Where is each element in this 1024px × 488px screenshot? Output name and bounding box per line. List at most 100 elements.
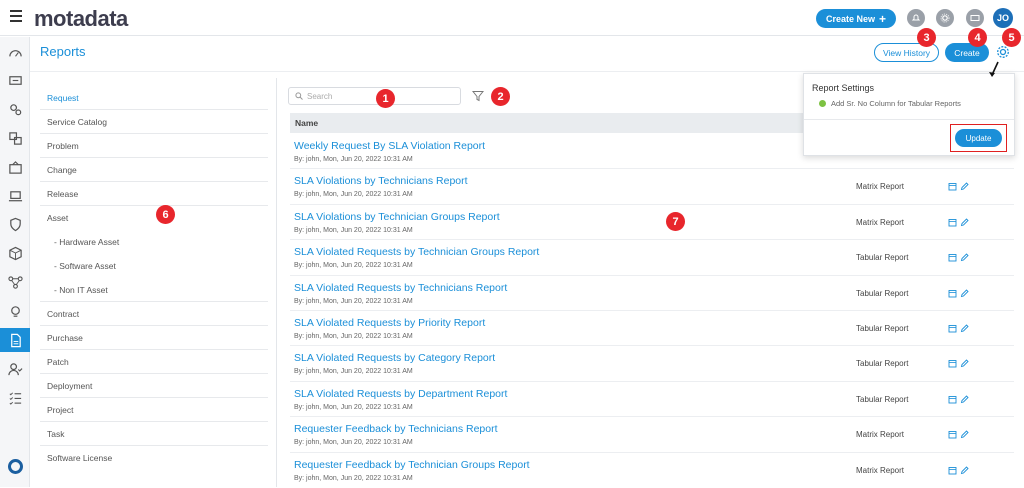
callout-marker-7: 7 [666, 212, 685, 231]
category-project[interactable]: Project [40, 398, 268, 422]
edit-icon[interactable] [960, 288, 969, 298]
change-icon[interactable] [0, 126, 30, 150]
callout-marker-2: 2 [491, 87, 510, 106]
table-row: SLA Violated Requests by Technicians Rep… [290, 276, 1014, 311]
cube-icon[interactable] [0, 241, 30, 265]
report-type: Matrix Report [856, 217, 905, 227]
user-check-icon[interactable] [0, 357, 30, 381]
report-name-link[interactable]: SLA Violated Requests by Category Report [294, 352, 495, 364]
avatar[interactable]: JO [993, 8, 1013, 28]
schedule-icon[interactable] [948, 466, 957, 475]
left-nav [0, 37, 30, 487]
report-meta: By: john, Mon, Jun 20, 2022 10:31 AM [294, 332, 413, 340]
update-button[interactable]: Update [955, 129, 1002, 147]
category-service-catalog[interactable]: Service Catalog [40, 110, 268, 134]
schedule-icon[interactable] [948, 218, 957, 227]
schedule-icon[interactable] [948, 395, 957, 404]
edit-icon[interactable] [960, 465, 969, 475]
problem-icon[interactable] [0, 97, 30, 121]
category-contract[interactable]: Contract [40, 302, 268, 326]
edit-icon[interactable] [960, 359, 969, 368]
popover-title: Report Settings [812, 83, 875, 93]
edit-icon[interactable] [960, 395, 969, 404]
top-bar: motadata Create New + JO [0, 0, 1024, 36]
report-meta: By: john, Mon, Jun 20, 2022 10:31 AM [294, 156, 413, 163]
plus-icon: + [879, 11, 887, 26]
category-change[interactable]: Change [40, 158, 268, 182]
edit-icon[interactable] [960, 218, 969, 227]
schedule-icon[interactable] [948, 253, 957, 262]
report-name-link[interactable]: Requester Feedback by Technicians Report [294, 423, 498, 435]
schedule-icon[interactable] [948, 324, 957, 333]
category-deployment[interactable]: Deployment [40, 374, 268, 398]
table-row: SLA Violated Requests by Category Report… [290, 346, 1014, 382]
report-type: Tabular Report [856, 394, 909, 404]
filter-icon[interactable] [472, 90, 484, 102]
category-task[interactable]: Task [40, 422, 268, 446]
table-row: Requester Feedback by Technicians Report… [290, 417, 1014, 453]
category-purchase[interactable]: Purchase [40, 326, 268, 350]
schedule-icon[interactable] [948, 430, 957, 439]
report-name-link[interactable]: SLA Violations by Technician Groups Repo… [294, 211, 500, 223]
table-row: SLA Violated Requests by Technician Grou… [290, 240, 1014, 276]
report-type: Tabular Report [856, 253, 909, 263]
search-input[interactable]: Search [288, 87, 461, 105]
category-release[interactable]: Release [40, 182, 268, 206]
search-placeholder: Search [307, 91, 333, 101]
report-meta: By: john, Mon, Jun 20, 2022 10:31 AM [294, 262, 413, 270]
report-meta: By: john, Mon, Jun 20, 2022 10:31 AM [294, 191, 413, 199]
category-request[interactable]: Request [40, 86, 268, 110]
laptop-icon[interactable] [0, 184, 30, 208]
ticket-icon[interactable] [0, 68, 30, 92]
report-meta: By: john, Mon, Jun 20, 2022 10:31 AM [294, 297, 413, 305]
workflow-icon[interactable] [0, 270, 30, 294]
report-settings-gear-icon[interactable] [996, 45, 1010, 59]
report-name-link[interactable]: SLA Violated Requests by Department Repo… [294, 388, 507, 400]
keyboard-icon[interactable] [966, 9, 984, 27]
edit-icon[interactable] [960, 253, 969, 262]
release-icon[interactable] [0, 155, 30, 179]
edit-icon[interactable] [960, 430, 969, 439]
bell-icon[interactable] [907, 9, 925, 27]
schedule-icon[interactable] [948, 359, 957, 368]
table-row: SLA Violations by Technicians Report By: … [290, 169, 1014, 205]
category-asset[interactable]: Asset [40, 206, 268, 230]
create-new-button[interactable]: Create New + [816, 9, 896, 28]
callout-marker-1: 1 [376, 89, 395, 108]
hamburger-icon[interactable] [10, 10, 22, 24]
report-name-link[interactable]: SLA Violated Requests by Technician Grou… [294, 246, 539, 258]
search-icon [295, 92, 303, 100]
report-name-link[interactable]: SLA Violated Requests by Priority Report [294, 317, 485, 329]
edit-icon[interactable] [960, 324, 969, 333]
create-button[interactable]: Create [945, 43, 989, 62]
lightbulb-icon[interactable] [0, 299, 30, 323]
callout-marker-6: 6 [156, 205, 175, 224]
callout-marker-5: 5 [1002, 28, 1021, 47]
category-non-it-asset[interactable]: - Non IT Asset [40, 278, 268, 302]
category-hardware-asset[interactable]: - Hardware Asset [40, 230, 268, 254]
popover-divider [804, 119, 1014, 120]
callout-arrow-icon [989, 61, 999, 77]
report-name-link[interactable]: SLA Violated Requests by Technicians Rep… [294, 282, 507, 294]
report-table: Weekly Request By SLA Violation Report By… [290, 134, 1014, 488]
motadata-mark-icon [8, 459, 23, 474]
table-row: Requester Feedback by Technician Groups … [290, 453, 1014, 488]
category-patch[interactable]: Patch [40, 350, 268, 374]
schedule-icon[interactable] [948, 182, 957, 191]
report-meta: By: john, Mon, Jun 20, 2022 10:31 AM [294, 368, 413, 376]
report-type: Tabular Report [856, 323, 909, 333]
dashboard-icon[interactable] [0, 41, 30, 65]
report-name-link[interactable]: SLA Violations by Technicians Report [294, 175, 468, 187]
sr-no-column-toggle[interactable]: Add Sr. No Column for Tabular Reports [819, 99, 961, 108]
reports-icon[interactable] [0, 328, 30, 352]
edit-icon[interactable] [960, 182, 969, 191]
shield-icon[interactable] [0, 212, 30, 236]
report-name-link[interactable]: Requester Feedback by Technician Groups … [294, 459, 530, 471]
gear-icon[interactable] [936, 9, 954, 27]
checklist-icon[interactable] [0, 385, 30, 409]
schedule-icon[interactable] [948, 289, 957, 298]
report-name-link[interactable]: Weekly Request By SLA Violation Report [294, 140, 485, 152]
category-problem[interactable]: Problem [40, 134, 268, 158]
category-software-asset[interactable]: - Software Asset [40, 254, 268, 278]
category-software-license[interactable]: Software License [40, 446, 268, 470]
